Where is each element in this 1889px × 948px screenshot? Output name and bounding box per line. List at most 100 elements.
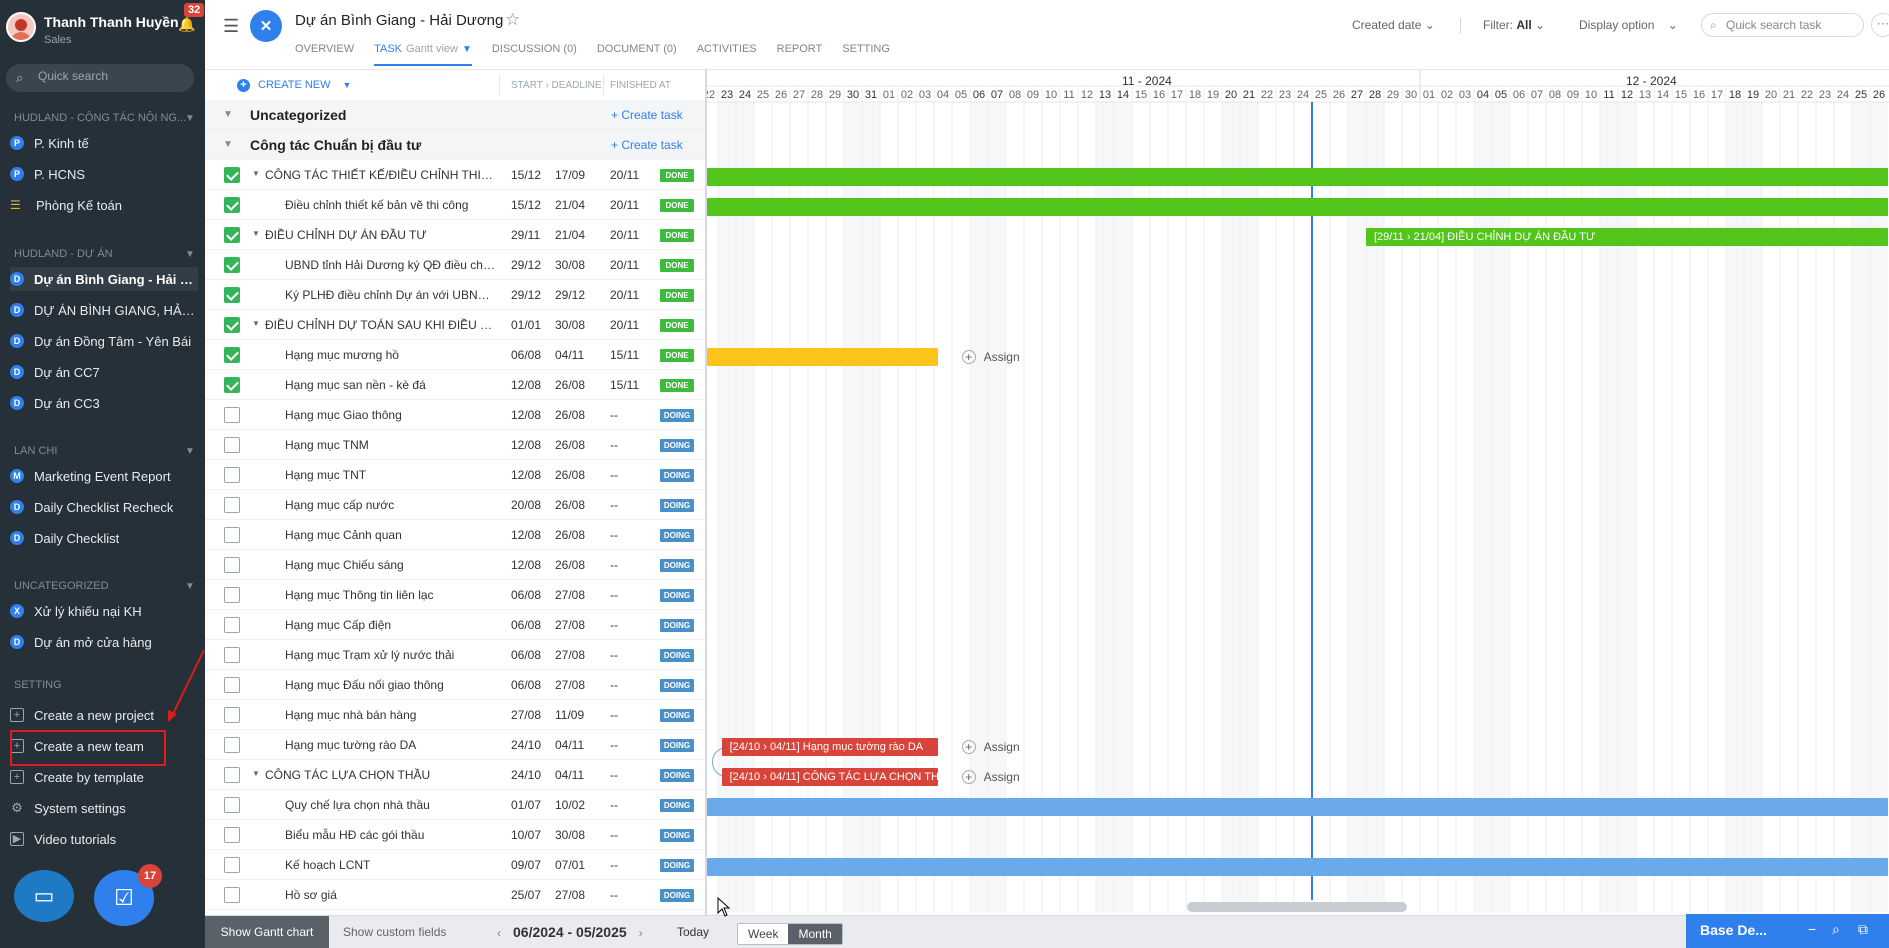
task-checkbox[interactable] <box>224 227 240 243</box>
chevron-left-icon[interactable]: ‹ <box>497 926 501 940</box>
task-group-row[interactable]: ▼ Công tác Chuẩn bị đầu tư + Create task <box>205 130 705 160</box>
task-name[interactable]: Quy chế lựa chọn nhà thầu <box>285 798 495 812</box>
caret-down-icon[interactable]: ▼ <box>223 139 233 150</box>
gantt-bar[interactable]: [29/11 › 21/04] ĐIỀU CHỈNH DỰ ÁN ĐẦU TƯ <box>1366 228 1888 246</box>
menu-icon[interactable]: ☰ <box>223 16 239 37</box>
task-name[interactable]: Hồ sơ giá <box>285 888 495 902</box>
caret-down-icon[interactable]: ▼ <box>185 113 195 124</box>
caret-down-icon[interactable]: ▼ <box>223 109 233 120</box>
task-name[interactable]: ĐIỀU CHỈNH DỰ ÁN ĐẦU TƯ <box>265 228 493 242</box>
task-checkbox[interactable] <box>224 347 240 363</box>
sidebar-project-item[interactable]: P P. Kinh tế <box>10 131 198 155</box>
task-name[interactable]: Hạng mục Cảnh quan <box>285 528 495 542</box>
gantt-bar[interactable] <box>707 168 1888 186</box>
task-checkbox[interactable] <box>224 707 240 723</box>
task-name[interactable]: Hạng mục cấp nước <box>285 498 495 512</box>
task-name[interactable]: Điều chỉnh thiết kế bản vẽ thi công <box>285 198 495 212</box>
task-row[interactable]: Hạng mục Cảnh quan 12/08 26/08 -- DOING <box>205 520 705 550</box>
caret-down-icon[interactable]: ▼ <box>185 446 195 457</box>
task-checkbox[interactable] <box>224 767 240 783</box>
task-row[interactable]: Hạng mục TNT 12/08 26/08 -- DOING <box>205 460 705 490</box>
task-checkbox[interactable] <box>224 887 240 903</box>
minimize-icon[interactable]: − <box>1808 921 1816 937</box>
task-name[interactable]: Hạng mục Đấu nối giao thông <box>285 678 495 692</box>
task-name[interactable]: Hạng mục tường rào DA <box>285 738 495 752</box>
caret-down-icon[interactable]: ▼ <box>462 44 472 55</box>
create-task-link[interactable]: + Create task <box>611 108 683 122</box>
sidebar-project-item[interactable]: ☰ Phòng Kế toán <box>10 193 198 217</box>
horizontal-scrollbar[interactable] <box>1187 902 1407 912</box>
sidebar-project-item[interactable]: D Dự án Bình Giang - Hải Dương <box>10 267 198 291</box>
tab-item[interactable]: DOCUMENT (0) <box>597 40 677 68</box>
task-name[interactable]: Hạng mục TNT <box>285 468 495 482</box>
task-checkbox[interactable] <box>224 557 240 573</box>
sidebar-project-item[interactable]: D Dự án Đồng Tâm - Yên Bái <box>10 329 198 353</box>
gantt-bar[interactable] <box>707 858 1888 876</box>
task-row[interactable]: ▼ CÔNG TÁC THIẾT KẾ/ĐIỀU CHỈNH THIẾT KẾ 15… <box>205 160 705 190</box>
sidebar-project-item[interactable]: X Xử lý khiếu nại KH <box>10 599 198 623</box>
tab-item[interactable]: REPORT <box>777 40 823 68</box>
task-checkbox[interactable] <box>224 407 240 423</box>
caret-down-icon[interactable]: ▼ <box>252 229 260 238</box>
task-name[interactable]: Hạng mục nhà bán hàng <box>285 708 495 722</box>
task-name[interactable]: UBND tỉnh Hải Dương ký QĐ điều chỉnh <box>285 258 495 272</box>
sidebar-project-item[interactable]: D Dự án CC7 <box>10 360 198 384</box>
task-name[interactable]: Hạng mục Trạm xử lý nước thải <box>285 648 495 662</box>
task-name[interactable]: Hạng mục Giao thông <box>285 408 495 422</box>
task-checkbox[interactable] <box>224 377 240 393</box>
task-name[interactable]: Hạng mục Cấp điện <box>285 618 495 632</box>
show-custom-fields-button[interactable]: Show custom fields <box>343 916 446 948</box>
task-row[interactable]: Hạng mục cấp nước 20/08 26/08 -- DOING <box>205 490 705 520</box>
sidebar-project-item[interactable]: D Dự án CC3 <box>10 391 198 415</box>
sidebar-project-item[interactable]: M Marketing Event Report <box>10 464 198 488</box>
task-row[interactable]: Ký PLHĐ điều chỉnh Dự án với UBND tỉnh 29… <box>205 280 705 310</box>
search-icon[interactable]: ⌕ <box>1832 921 1840 938</box>
display-option-dropdown[interactable]: Display option ⌄ <box>1579 18 1678 32</box>
task-name[interactable]: Hạng mục mương hồ <box>285 348 495 362</box>
sidebar-project-item[interactable]: D Daily Checklist <box>10 526 198 550</box>
sidebar-project-item[interactable]: P P. HCNS <box>10 162 198 186</box>
task-checkbox[interactable] <box>224 287 240 303</box>
task-checkbox[interactable] <box>224 617 240 633</box>
task-group-row[interactable]: ▼ Uncategorized + Create task <box>205 100 705 130</box>
show-gantt-button[interactable]: Show Gantt chart <box>205 916 329 948</box>
gantt-bar[interactable]: [24/10 › 04/11] CÔNG TÁC LỰA CHỌN THẦU <box>721 768 938 786</box>
create-task-link[interactable]: + Create task <box>611 138 683 152</box>
task-row[interactable]: Hạng mục tường rào DA 24/10 04/11 -- DOING <box>205 730 705 760</box>
gantt-bar[interactable]: [24/10 › 04/11] Hạng mục tường rào DA <box>721 738 938 756</box>
task-checkbox[interactable] <box>224 677 240 693</box>
task-row[interactable]: Hạng mục Cấp điện 06/08 27/08 -- DOING <box>205 610 705 640</box>
task-name[interactable]: CÔNG TÁC LỰA CHỌN THẦU <box>265 768 493 782</box>
task-name[interactable]: Ký PLHĐ điều chỉnh Dự án với UBND tỉnh <box>285 288 495 302</box>
task-checkbox[interactable] <box>224 497 240 513</box>
gantt-bar[interactable] <box>707 348 938 366</box>
task-name[interactable]: ĐIỀU CHỈNH DỰ TOÁN SAU KHI ĐIỀU CHỈNH <box>265 318 493 332</box>
assign-button[interactable]: + Assign <box>961 770 1020 784</box>
task-row[interactable]: Hạng mục Giao thông 12/08 26/08 -- DOING <box>205 400 705 430</box>
task-row[interactable]: Hồ sơ giá 25/07 27/08 -- DOING <box>205 880 705 910</box>
caret-down-icon[interactable]: ▼ <box>185 249 195 260</box>
task-search-input[interactable] <box>1726 18 1856 32</box>
task-name[interactable]: Hạng mục TNM <box>285 438 495 452</box>
task-checkbox[interactable] <box>224 527 240 543</box>
sidebar-setting-item[interactable]: + Create by template <box>10 765 198 789</box>
task-checkbox[interactable] <box>224 167 240 183</box>
sidebar-project-item[interactable]: D DỰ ÁN BÌNH GIANG, HẢI DƯƠNG <box>10 298 198 322</box>
task-name[interactable]: Kế hoạch LCNT <box>285 858 495 872</box>
task-row[interactable]: Hạng mục san nền - kè đá 12/08 26/08 15/11 D… <box>205 370 705 400</box>
task-row[interactable]: Hạng mục TNM 12/08 26/08 -- DOING <box>205 430 705 460</box>
task-search[interactable]: ⌕ <box>1701 13 1864 37</box>
chat-box[interactable]: Base De... − ⌕ ⧉ <box>1686 914 1889 948</box>
sidebar-setting-item[interactable]: ⚙ System settings <box>10 796 198 820</box>
task-name[interactable]: Hạng mục Thông tin liên lạc <box>285 588 495 602</box>
external-link-icon[interactable]: ⧉ <box>1858 921 1868 938</box>
chevron-right-icon[interactable]: › <box>639 926 643 940</box>
task-row[interactable]: ▼ CÔNG TÁC LỰA CHỌN THẦU 24/10 04/11 -- DOING <box>205 760 705 790</box>
task-row[interactable]: Hạng mục nhà bán hàng 27/08 11/09 -- DOING <box>205 700 705 730</box>
week-button[interactable]: Week <box>738 924 789 944</box>
tab-item[interactable]: OVERVIEW <box>295 40 354 68</box>
task-row[interactable]: Hạng mục Chiếu sáng 12/08 26/08 -- DOING <box>205 550 705 580</box>
gantt-bar[interactable] <box>707 198 1888 216</box>
task-name[interactable]: CÔNG TÁC THIẾT KẾ/ĐIỀU CHỈNH THIẾT KẾ <box>265 168 493 182</box>
caret-down-icon[interactable]: ▼ <box>185 581 195 592</box>
